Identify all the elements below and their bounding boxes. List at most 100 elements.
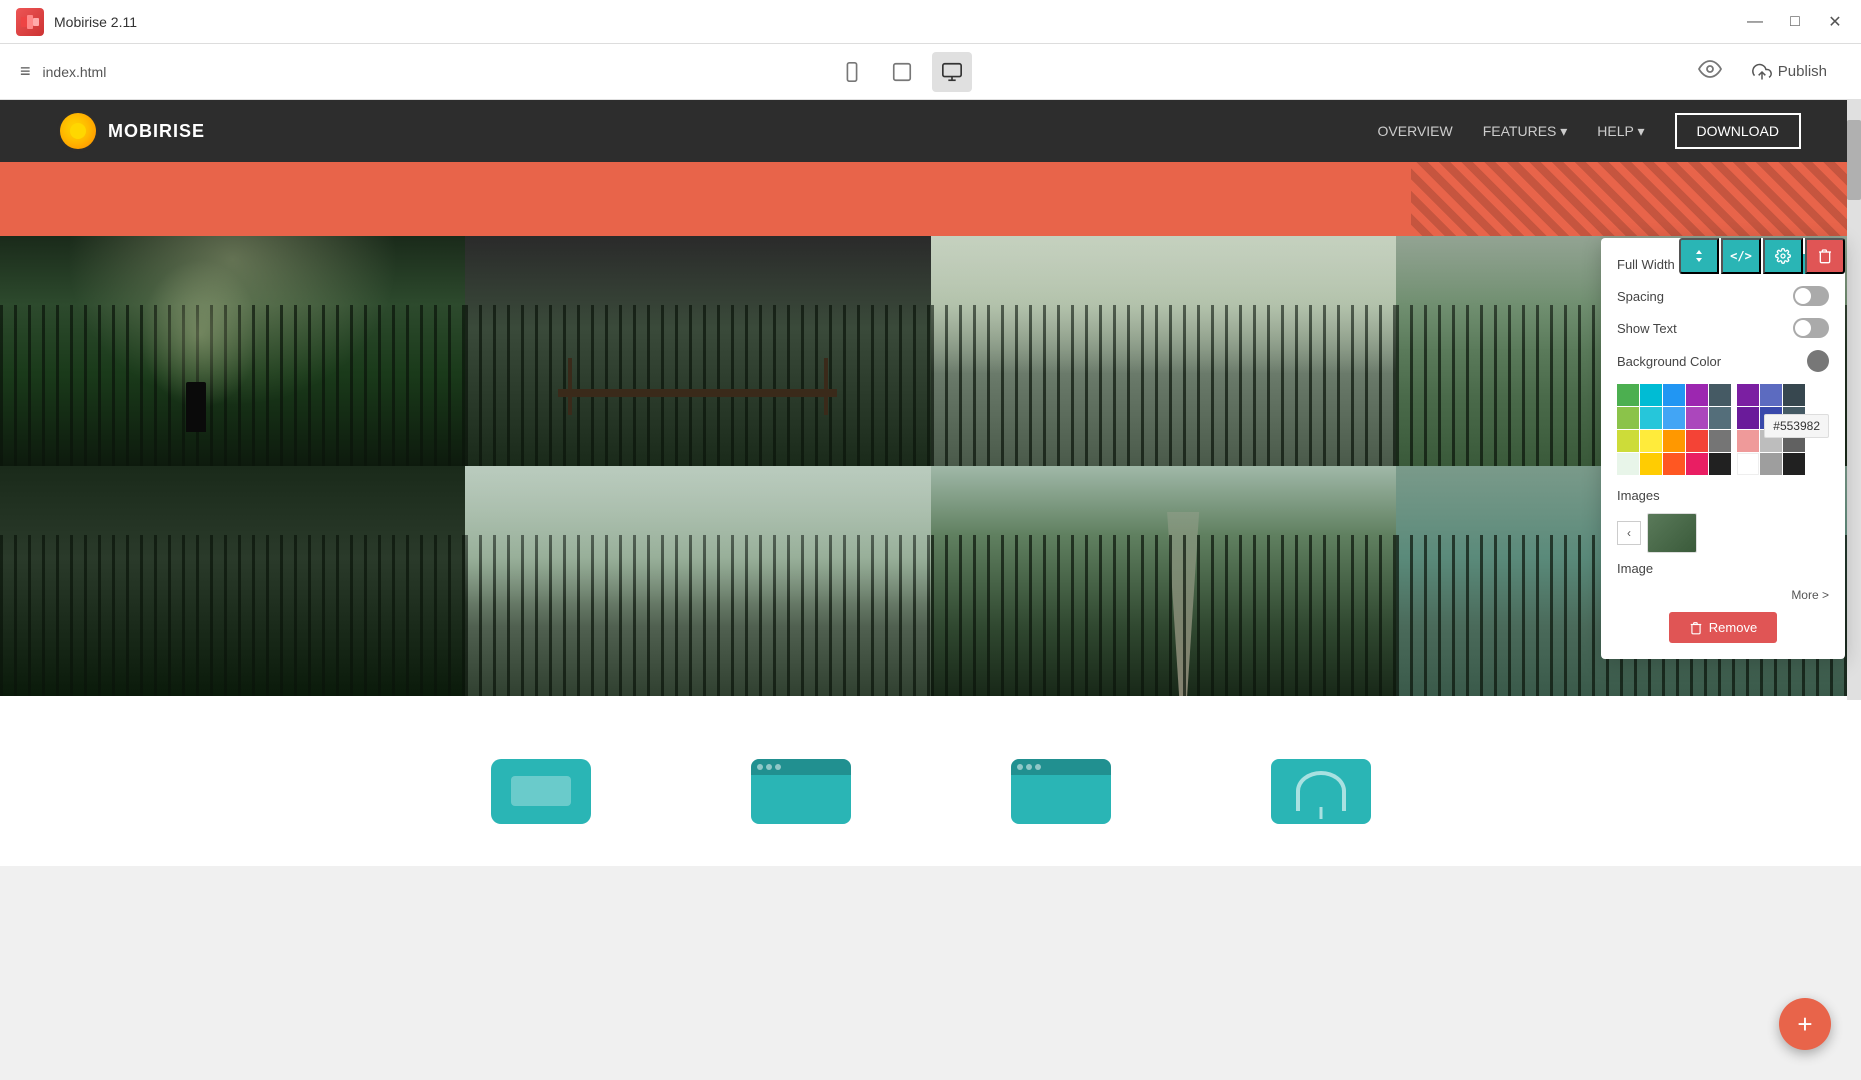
feature-icon-4 [1271,759,1371,824]
show-text-label: Show Text [1617,321,1677,336]
remove-label: Remove [1709,620,1757,635]
gallery-cell-5 [0,466,465,696]
app-logo [16,8,44,36]
image-row: Image [1617,561,1829,576]
minimize-button[interactable]: — [1745,13,1765,31]
spacing-row: Spacing [1617,286,1829,306]
site-navbar: MOBIRISE OVERVIEW FEATURES ▾ HELP ▾ DOWN… [0,100,1861,162]
feature-icon-3 [1011,759,1111,824]
background-color-row: Background Color [1617,350,1829,372]
gallery-grid [0,236,1861,696]
site-preview: MOBIRISE OVERVIEW FEATURES ▾ HELP ▾ DOWN… [0,100,1861,866]
panel-toolbar: </> [1679,238,1845,274]
images-label: Images [1617,488,1660,503]
site-nav: OVERVIEW FEATURES ▾ HELP ▾ DOWNLOAD [1378,113,1801,149]
right-scrollbar[interactable] [1847,100,1861,700]
hamburger-menu-icon[interactable]: ≡ [20,61,31,82]
feature-icon-1 [491,759,591,824]
desktop-view-button[interactable] [932,52,972,92]
color-swatch[interactable] [1640,384,1662,406]
main-toolbar: ≡ index.html [0,44,1861,100]
color-swatch[interactable] [1737,384,1759,406]
color-swatch[interactable] [1640,430,1662,452]
toolbar-left: ≡ index.html [20,61,106,82]
color-swatch[interactable] [1686,384,1708,406]
gallery-cell-3 [931,236,1396,466]
color-swatch[interactable] [1760,384,1782,406]
color-swatch[interactable] [1617,384,1639,406]
filename-label: index.html [43,64,107,80]
show-text-toggle[interactable] [1793,318,1829,338]
color-swatch[interactable] [1663,453,1685,475]
color-swatch[interactable] [1709,453,1731,475]
add-section-fab[interactable]: + [1779,998,1831,1050]
color-swatch[interactable] [1737,430,1759,452]
gallery-cell-2 [465,236,930,466]
color-swatch[interactable] [1663,430,1685,452]
color-hex-value: #553982 [1773,419,1820,433]
preview-button[interactable] [1698,57,1722,87]
color-swatch[interactable] [1663,384,1685,406]
close-button[interactable]: ✕ [1825,12,1845,32]
nav-help[interactable]: HELP ▾ [1597,123,1644,140]
color-swatch[interactable] [1737,453,1759,475]
color-swatch[interactable] [1709,407,1731,429]
mobile-view-button[interactable] [832,52,872,92]
publish-button[interactable]: Publish [1738,54,1841,90]
color-swatch[interactable] [1617,453,1639,475]
color-swatch[interactable] [1640,453,1662,475]
tablet-view-button[interactable] [882,52,922,92]
maximize-button[interactable]: □ [1785,13,1805,31]
background-color-label: Background Color [1617,354,1721,369]
spacing-label: Spacing [1617,289,1664,304]
delete-section-button[interactable] [1805,238,1845,274]
background-color-swatch[interactable] [1807,350,1829,372]
color-swatch[interactable] [1686,453,1708,475]
color-swatch[interactable] [1663,407,1685,429]
gallery-cell-7 [931,466,1396,696]
color-swatch[interactable] [1709,384,1731,406]
remove-button[interactable]: Remove [1669,612,1777,643]
code-editor-button[interactable]: </> [1721,238,1761,274]
site-logo-icon [60,113,96,149]
color-swatch[interactable] [1709,430,1731,452]
color-swatch[interactable] [1640,407,1662,429]
color-hex-input[interactable]: #553982 [1764,414,1829,438]
publish-label: Publish [1778,63,1827,80]
color-swatch[interactable] [1686,407,1708,429]
gallery-cell-6 [465,466,930,696]
color-swatch[interactable] [1617,430,1639,452]
reorder-button[interactable] [1679,238,1719,274]
color-palette-section: #553982 [1617,384,1829,475]
toolbar-right: Publish [1698,54,1841,90]
banner-stripe [1411,162,1861,236]
images-row: ‹ [1617,513,1829,553]
device-selector [832,52,972,92]
color-swatch[interactable] [1686,430,1708,452]
settings-gear-button[interactable] [1763,238,1803,274]
titlebar-left: Mobirise 2.11 [16,8,137,36]
color-swatch[interactable] [1760,453,1782,475]
color-swatch[interactable] [1617,407,1639,429]
icons-area [0,696,1861,866]
nav-overview[interactable]: OVERVIEW [1378,123,1453,139]
spacing-toggle[interactable] [1793,286,1829,306]
show-text-row: Show Text [1617,318,1829,338]
remove-section: Remove [1617,602,1829,643]
scrollbar-thumb[interactable] [1847,120,1861,200]
fab-icon: + [1797,1009,1812,1040]
nav-features[interactable]: FEATURES ▾ [1483,123,1568,140]
color-swatch[interactable] [1737,407,1759,429]
image-thumbnail [1647,513,1697,553]
orange-banner [0,162,1861,236]
color-swatch[interactable] [1783,453,1805,475]
nav-download-button[interactable]: DOWNLOAD [1675,113,1801,149]
color-swatch[interactable] [1783,384,1805,406]
settings-panel: Full Width Spacing Show Text Background … [1601,238,1845,659]
more-link[interactable]: More > [1617,588,1829,602]
color-palette-grid [1617,384,1731,475]
images-prev-button[interactable]: ‹ [1617,521,1641,545]
titlebar: Mobirise 2.11 — □ ✕ [0,0,1861,44]
gallery-cell-1 [0,236,465,466]
full-width-label: Full Width [1617,257,1675,272]
